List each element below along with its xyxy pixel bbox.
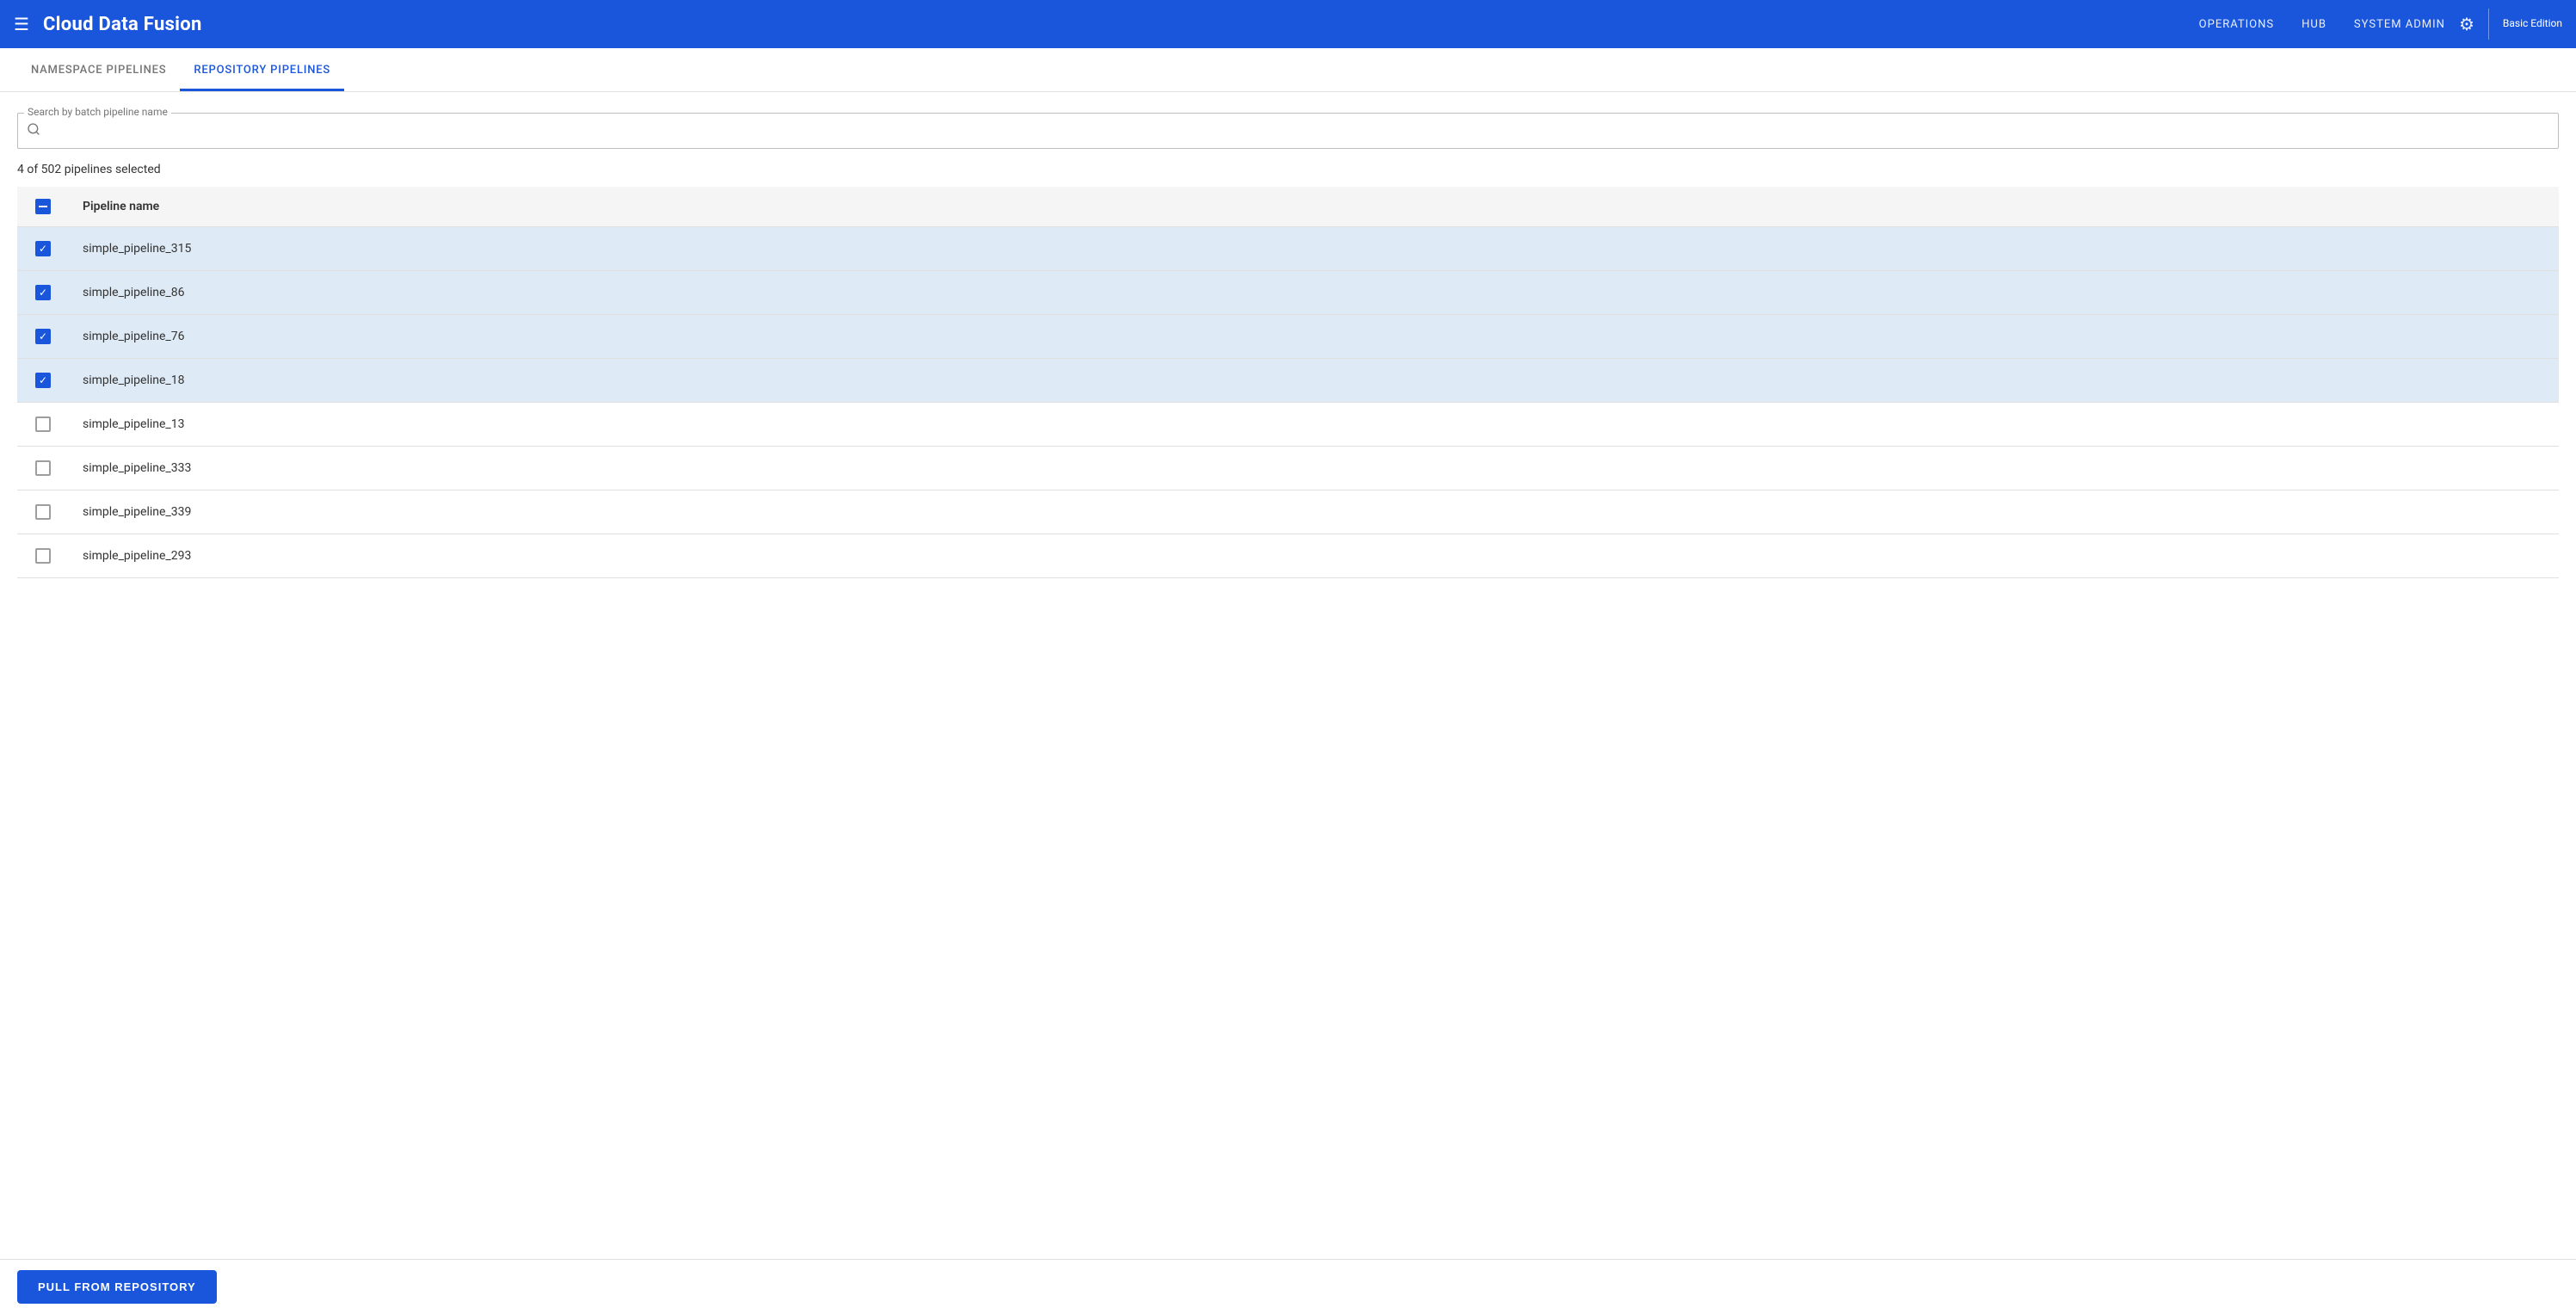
tab-namespace-pipelines[interactable]: NAMESPACE PIPELINES — [17, 48, 180, 91]
nav-hub[interactable]: HUB — [2302, 18, 2326, 31]
pipeline-table: Pipeline name simple_pipeline_315simple_… — [17, 187, 2559, 578]
app-logo: Cloud Data Fusion — [43, 14, 2199, 35]
table-row: simple_pipeline_315 — [17, 227, 2559, 271]
pipeline-name-cell: simple_pipeline_76 — [69, 315, 2559, 359]
row-checkbox[interactable] — [35, 460, 51, 476]
footer: PULL FROM REPOSITORY — [0, 1259, 2576, 1314]
select-all-header[interactable] — [17, 187, 69, 227]
pipeline-name-cell: simple_pipeline_315 — [69, 227, 2559, 271]
pipeline-name-cell: simple_pipeline_333 — [69, 447, 2559, 490]
row-checkbox-cell[interactable] — [17, 227, 69, 271]
row-checkbox[interactable] — [35, 373, 51, 388]
pipeline-name-header: Pipeline name — [69, 187, 2559, 227]
main-content: Search by batch pipeline name 4 of 502 p… — [0, 92, 2576, 595]
table-header-row: Pipeline name — [17, 187, 2559, 227]
pipeline-name-cell: simple_pipeline_86 — [69, 271, 2559, 315]
pipeline-name-cell: simple_pipeline_339 — [69, 490, 2559, 534]
header-nav: OPERATIONS HUB SYSTEM ADMIN — [2199, 18, 2445, 31]
nav-system-admin[interactable]: SYSTEM ADMIN — [2354, 18, 2445, 31]
row-checkbox-cell[interactable] — [17, 490, 69, 534]
search-label: Search by batch pipeline name — [24, 106, 171, 118]
tabs-bar: NAMESPACE PIPELINES REPOSITORY PIPELINES — [0, 48, 2576, 92]
pipeline-name-cell: simple_pipeline_18 — [69, 359, 2559, 403]
pipeline-name-cell: simple_pipeline_293 — [69, 534, 2559, 578]
row-checkbox[interactable] — [35, 416, 51, 432]
tab-repository-pipelines[interactable]: REPOSITORY PIPELINES — [180, 48, 344, 91]
row-checkbox[interactable] — [35, 285, 51, 300]
edition-label: Basic Edition — [2503, 17, 2562, 31]
table-row: simple_pipeline_76 — [17, 315, 2559, 359]
table-row: simple_pipeline_293 — [17, 534, 2559, 578]
row-checkbox-cell[interactable] — [17, 359, 69, 403]
search-input[interactable] — [47, 124, 2549, 138]
row-checkbox[interactable] — [35, 548, 51, 564]
menu-icon[interactable]: ☰ — [14, 14, 29, 34]
table-row: simple_pipeline_13 — [17, 403, 2559, 447]
nav-operations[interactable]: OPERATIONS — [2199, 18, 2274, 31]
search-icon — [27, 122, 40, 139]
app-header: ☰ Cloud Data Fusion OPERATIONS HUB SYSTE… — [0, 0, 2576, 48]
gear-icon[interactable]: ⚙ — [2459, 14, 2474, 34]
row-checkbox[interactable] — [35, 329, 51, 344]
table-row: simple_pipeline_339 — [17, 490, 2559, 534]
row-checkbox-cell[interactable] — [17, 271, 69, 315]
selection-count: 4 of 502 pipelines selected — [17, 163, 2559, 176]
select-all-checkbox[interactable] — [35, 199, 51, 214]
row-checkbox[interactable] — [35, 504, 51, 520]
row-checkbox-cell[interactable] — [17, 315, 69, 359]
row-checkbox-cell[interactable] — [17, 534, 69, 578]
table-row: simple_pipeline_333 — [17, 447, 2559, 490]
pipeline-name-cell: simple_pipeline_13 — [69, 403, 2559, 447]
table-row: simple_pipeline_18 — [17, 359, 2559, 403]
row-checkbox-cell[interactable] — [17, 447, 69, 490]
search-wrapper — [17, 113, 2559, 149]
row-checkbox-cell[interactable] — [17, 403, 69, 447]
header-divider — [2488, 9, 2489, 40]
pull-from-repository-button[interactable]: PULL FROM REPOSITORY — [17, 1270, 217, 1304]
search-container: Search by batch pipeline name — [17, 113, 2559, 149]
row-checkbox[interactable] — [35, 241, 51, 256]
table-row: simple_pipeline_86 — [17, 271, 2559, 315]
